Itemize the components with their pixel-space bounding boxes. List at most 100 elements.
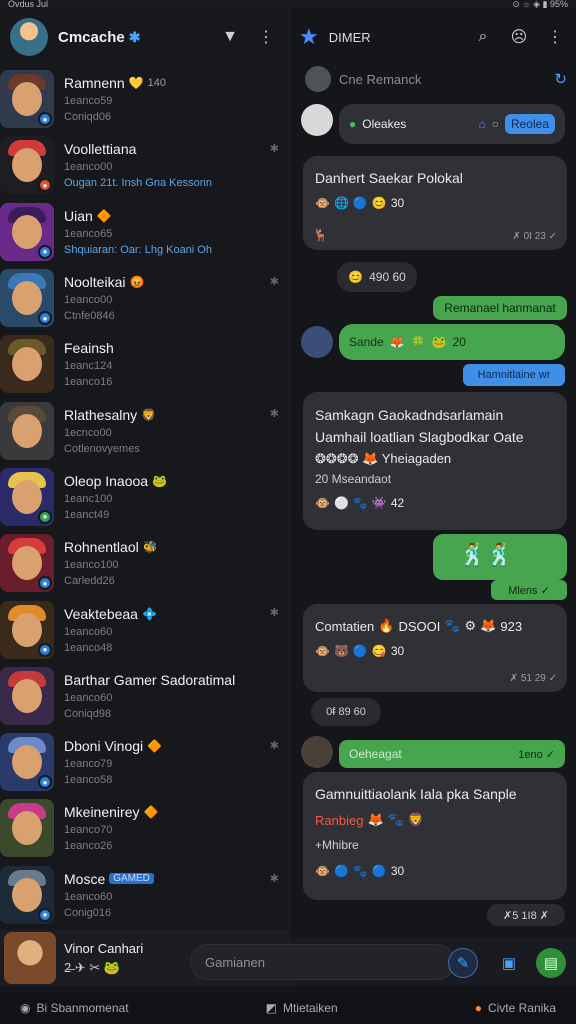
chat-line-2: 1eanct49 xyxy=(64,508,110,521)
chat-list-item[interactable]: ● Veaktebeaa 💠 1eanco60 1eanco48 ✱ xyxy=(0,596,289,662)
chat-list-item[interactable]: ● Dboni Vinogi 🔶 1eanco79 1eanco58 ✱ xyxy=(0,729,289,795)
reaction-icon: 🐾 xyxy=(352,864,368,878)
info-pill[interactable]: Hamnitlaine wr xyxy=(463,364,565,386)
reaction-count: 30 xyxy=(390,644,405,658)
bottom-item-label: Bi Sbanmomenat xyxy=(36,1001,129,1015)
chat-emoji: 🐝 xyxy=(142,540,158,555)
message-bubble[interactable]: Gamnuittiaolank Iala pka Sanple Ranbieg … xyxy=(303,772,567,900)
chat-tag: GAMED xyxy=(109,873,154,885)
message-bubble[interactable]: Comtatien 🔥 DSOOI 🐾 ⚙ 🦊 923 🐵 🐻 🔵 😋 30 ✗ 51 2… xyxy=(303,604,567,692)
sender-avatar[interactable] xyxy=(301,104,333,136)
chat-name: Barthar Gamer Sadoratimal xyxy=(64,671,236,688)
chat-line-2: Shquiaran: Oar: Lhg Koani Oh xyxy=(64,243,212,256)
chat-name: Mosce xyxy=(64,870,106,887)
chat-name-row: Noolteikai 😡 xyxy=(64,274,281,290)
reply-pill[interactable]: Reolea xyxy=(504,114,555,134)
bottom-item-label: Civte Ranika xyxy=(487,1001,556,1015)
more-menu-icon-right[interactable]: ⋮ xyxy=(542,24,568,50)
reaction-pill[interactable]: 0ᵮ 89 60 xyxy=(311,698,381,726)
reaction-icon: 😊 xyxy=(371,196,387,210)
chat-emoji: 💛 xyxy=(128,76,144,91)
send-icon[interactable]: ▤ xyxy=(536,948,566,978)
bottom-item-1[interactable]: ◉ Bi Sbanmomenat xyxy=(20,1001,129,1015)
reaction-icon: 🦊 xyxy=(389,335,405,349)
chat-line-1: 1ecnco00 xyxy=(64,426,112,439)
composer: Gamianen ✎ ▣ ▤ xyxy=(190,938,576,986)
message-bubble[interactable]: Danhert Saekar Polokal 🐵 🌐 🔵 😊 30 ✗ 0I 23 ✓… xyxy=(303,156,567,250)
current-user-name: Vinor Canhari xyxy=(64,940,144,956)
chat-line-2: Coniqd98 xyxy=(64,707,112,720)
message-title: Comtatien xyxy=(315,618,375,634)
attach-icon[interactable]: ✎ xyxy=(448,948,478,978)
chat-text: Rlathesalny 🦁 1ecnco00 Cotlenovyemes xyxy=(64,407,281,455)
chat-list-item[interactable]: ● Rohnentlaol 🐝 1eanco100 Carledd26 xyxy=(0,530,289,596)
sender-avatar[interactable] xyxy=(301,736,333,768)
bottom-item-2[interactable]: ◩ Mtietaiken xyxy=(266,1001,338,1015)
star-icon[interactable]: ★ xyxy=(299,24,319,50)
outgoing-message[interactable]: Oeheagat 1eno ✓ xyxy=(339,740,565,768)
message-title-2: Uamhail loatlian Slagbodkar Oate xyxy=(315,429,524,445)
chat-list-item[interactable]: Mkeinenirey 🔶 1eanco70 1eanco26 xyxy=(0,795,289,861)
chat-list-item[interactable]: ● Mosce GAMED 1eanco60 Conig016 ✱ xyxy=(0,862,289,928)
chat-name: Veaktebeaa xyxy=(64,605,138,622)
media-icon[interactable]: ▣ xyxy=(494,948,524,978)
chat-list-item[interactable]: ● Oleop Inaooa 🐸 1eanc100 1eanct49 xyxy=(0,464,289,530)
message-bubble[interactable]: Samkagn Gaokadndsarlamain Uamhail loatli… xyxy=(303,392,567,530)
chat-list-item[interactable]: ● Voollettiana 1eanco00 Ougan 21t. Insh … xyxy=(0,132,289,198)
chat-text: Ramnenn 💛 140 1eanco59 Coniqd06 xyxy=(64,75,281,123)
chat-avatar: ● xyxy=(0,70,54,129)
info-text: Hamnitlaine wr xyxy=(477,369,551,381)
pin-icon[interactable]: ✱ xyxy=(270,606,279,619)
chat-list-item[interactable]: Rlathesalny 🦁 1ecnco00 Cotlenovyemes ✱ xyxy=(0,397,289,463)
chat-line-2: 1eanco16 xyxy=(64,376,113,389)
avatar-face xyxy=(12,678,42,713)
image-message[interactable]: 🕺🕺 xyxy=(433,534,567,580)
emoji-icon[interactable]: ☹ xyxy=(506,24,532,50)
pin-icon[interactable]: ✱ xyxy=(270,142,279,155)
reaction-pill[interactable]: 😊 490 60 xyxy=(337,262,417,292)
filter-icon[interactable]: ▼ xyxy=(217,24,243,50)
profile-avatar[interactable] xyxy=(10,18,48,56)
refresh-icon[interactable]: ↻ xyxy=(554,70,567,88)
chat-list-item[interactable]: Feainsh 1eanc124 1eanco16 xyxy=(0,331,289,397)
profile-name-row: Cmcache ✱ xyxy=(58,29,207,46)
reaction-icon: 🐵 xyxy=(315,496,330,510)
chat-name: Dboni Vinogi xyxy=(64,738,144,755)
left-header: Cmcache ✱ ▼ ⋮ xyxy=(0,8,289,66)
chat-list-item[interactable]: ● Uian 🔶 1eanco65 Shquiaran: Oar: Lhg Ko… xyxy=(0,199,289,265)
pin-icon[interactable]: ✱ xyxy=(270,275,279,288)
fire-icon: ● xyxy=(474,1001,482,1015)
conversation-search[interactable]: Cne Remanck ↻ xyxy=(305,64,567,94)
sender-avatar[interactable] xyxy=(301,326,333,358)
chat-emoji: 🔶 xyxy=(143,805,159,820)
message-label: Oeheagat xyxy=(349,747,402,761)
outgoing-message[interactable]: Remanael hanmanat xyxy=(433,296,567,320)
chat-name: Oleop Inaooa xyxy=(64,472,149,489)
chat-text: Voollettiana 1eanco00 Ougan 21t. Insh Gn… xyxy=(64,141,281,189)
pin-icon[interactable]: ✱ xyxy=(270,407,279,420)
chat-avatar: ● xyxy=(0,733,54,792)
message-bubble[interactable]: ● Oleakes ⌂ ○ Reolea xyxy=(339,104,565,144)
message-input[interactable]: Gamianen xyxy=(190,944,455,980)
message-time-pill: ✗5 1I8 ✗ xyxy=(487,904,565,926)
pin-icon[interactable]: ✱ xyxy=(270,872,279,885)
current-user-icons: 2̶ ✈ ✂ 🐸 xyxy=(64,959,121,975)
reaction-icon: 🔵 xyxy=(371,864,387,878)
chat-name-row: Feainsh xyxy=(64,340,281,356)
outgoing-message[interactable]: Sande 🦊 🍀 🐸 20 xyxy=(339,324,565,360)
reaction-count: 20 xyxy=(452,335,466,349)
chat-name-row: Rlathesalny 🦁 xyxy=(64,407,281,423)
chat-list-item[interactable]: Barthar Gamer Sadoratimal 1eanco60 Coniq… xyxy=(0,663,289,729)
avatar-face xyxy=(12,148,42,183)
pin-icon[interactable]: ✱ xyxy=(270,739,279,752)
chat-text: Mkeinenirey 🔶 1eanco70 1eanco26 xyxy=(64,804,281,852)
reaction-icon: 🦊 xyxy=(367,812,384,827)
search-icon[interactable]: ⌕ xyxy=(470,24,496,50)
more-menu-icon[interactable]: ⋮ xyxy=(253,24,279,50)
chat-list-item[interactable]: ● Noolteikai 😡 1eanco00 Ctnfe0846 ✱ xyxy=(0,265,289,331)
bottom-item-3[interactable]: ● Civte Ranika xyxy=(475,1001,556,1015)
home-icon: ⌂ xyxy=(478,117,486,131)
chat-line-1: 1eanco70 xyxy=(64,824,113,837)
chat-list-item[interactable]: ● Ramnenn 💛 140 1eanco59 Coniqd06 xyxy=(0,66,289,132)
current-user-avatar[interactable] xyxy=(4,932,56,984)
